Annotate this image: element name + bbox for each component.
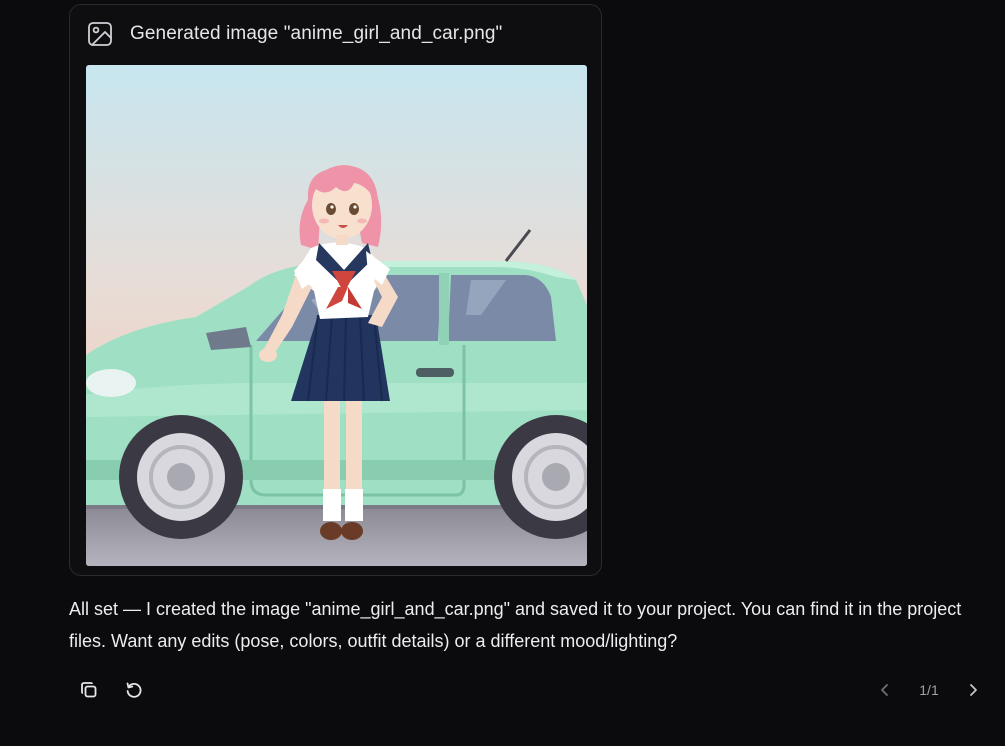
next-response-button[interactable] <box>960 679 986 705</box>
copy-button[interactable] <box>76 679 102 705</box>
chevron-left-icon <box>877 682 893 703</box>
card-header: Generated image "anime_girl_and_car.png" <box>86 19 502 49</box>
anime-girl-car-illustration <box>86 65 587 566</box>
generated-image[interactable] <box>86 65 587 566</box>
chevron-right-icon <box>965 682 981 703</box>
assistant-message: All set — I created the image "anime_gir… <box>69 599 962 651</box>
previous-response-button[interactable] <box>872 679 898 705</box>
regenerate-button[interactable] <box>121 679 147 705</box>
image-icon <box>86 20 114 48</box>
regenerate-icon <box>124 680 144 705</box>
copy-icon <box>79 680 99 705</box>
card-title: Generated image "anime_girl_and_car.png" <box>130 23 503 44</box>
response-pager-label: 1/1 <box>919 682 939 698</box>
generated-image-card: Generated image "anime_girl_and_car.png" <box>69 4 602 576</box>
